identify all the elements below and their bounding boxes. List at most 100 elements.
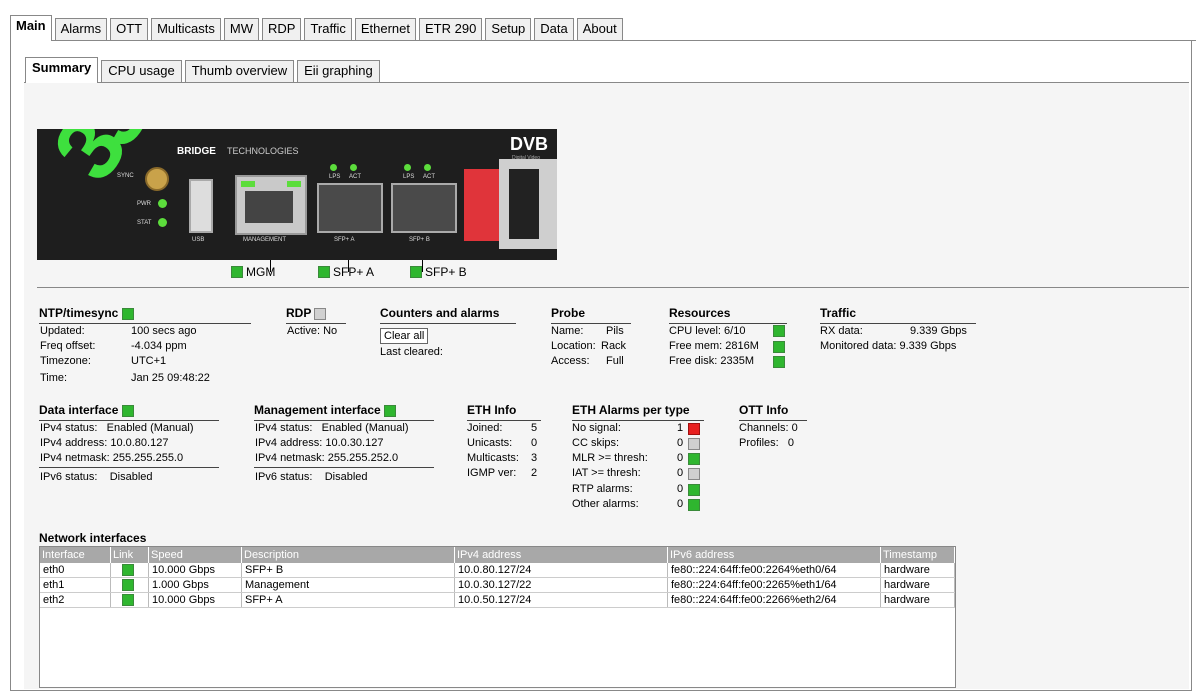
ntp-status-icon: [121, 307, 134, 320]
tab-thumb-overview[interactable]: Thumb overview: [184, 60, 295, 82]
probe-name-value: Pils: [606, 325, 624, 337]
ntp-freq-value: -4.034 ppm: [131, 340, 187, 352]
main-tab-bar: Main Alarms OTT Multicasts MW RDP Traffi…: [10, 15, 626, 41]
alarm-iat-label: IAT >= thresh:: [572, 467, 641, 479]
free-disk: Free disk: 2335M: [669, 355, 754, 367]
clear-all-button[interactable]: Clear all: [380, 328, 429, 344]
tab-etr290[interactable]: ETR 290: [419, 18, 483, 40]
cell-ipv6: fe80::224:64ff:fe00:2264%eth0/64: [667, 563, 881, 578]
tab-ethernet[interactable]: Ethernet: [354, 18, 416, 40]
cell-ipv6: fe80::224:64ff:fe00:2266%eth2/64: [667, 592, 881, 608]
link-status-icon: [122, 594, 134, 607]
cell-ipv4: 10.0.80.127/24: [454, 563, 668, 578]
tab-cpu-usage[interactable]: CPU usage: [101, 60, 182, 82]
tab-eii-graphing[interactable]: Eii graphing: [297, 60, 380, 82]
mgm-status: MGM: [231, 265, 275, 279]
usb-label: USB: [192, 237, 205, 243]
probe-name-label: Name:: [551, 325, 584, 337]
cell-interface: eth0: [40, 563, 111, 578]
col-speed[interactable]: Speed: [148, 547, 242, 563]
tab-data[interactable]: Data: [534, 18, 574, 40]
tab-mw[interactable]: MW: [223, 18, 259, 40]
resources-title: Resources: [669, 306, 731, 320]
table-header-row: Interface Link Speed Description IPv4 ad…: [40, 547, 955, 563]
rdp-status-icon: [314, 307, 327, 320]
rdp-title: RDP: [286, 306, 329, 320]
rdp-active: Active: No: [287, 325, 338, 337]
sfpa-port: [317, 183, 383, 233]
sfpa-act-led: [350, 164, 357, 171]
disk-status-icon: [773, 356, 785, 368]
col-description[interactable]: Description: [241, 547, 455, 563]
col-interface[interactable]: Interface: [40, 547, 111, 563]
ntp-updated-label: Updated:: [40, 325, 85, 337]
sfpb-lps-label: LPS: [403, 174, 415, 180]
module-slot: [499, 159, 557, 249]
eth-info-title: ETH Info: [467, 403, 517, 417]
cell-link: [110, 563, 149, 578]
cell-ipv4: 10.0.30.127/22: [454, 577, 668, 593]
link-status-icon: [122, 564, 134, 577]
col-ipv4[interactable]: IPv4 address: [454, 547, 668, 563]
col-timestamp[interactable]: Timestamp: [880, 547, 955, 563]
alarm-other-label: Other alarms:: [572, 498, 639, 510]
col-ipv6[interactable]: IPv6 address: [667, 547, 881, 563]
tab-rdp[interactable]: RDP: [261, 18, 302, 40]
alarm-cc-label: CC skips:: [572, 437, 620, 449]
ntp-title: NTP/timesync: [39, 306, 137, 320]
table-row[interactable]: eth1 1.000 Gbps Management 10.0.30.127/2…: [40, 577, 955, 593]
alarm-other-icon: [688, 499, 700, 511]
sfpa-status: SFP+ A: [318, 265, 374, 279]
alarm-rtp-label: RTP alarms:: [572, 483, 633, 495]
ntp-updated-value: 100 secs ago: [131, 325, 197, 337]
cell-ipv4: 10.0.50.127/24: [454, 592, 668, 608]
rx-data-value: 9.339 Gbps: [910, 325, 967, 337]
ntp-tz-value: UTC+1: [131, 355, 167, 367]
alarm-no-signal-icon: [688, 423, 700, 435]
mgmt-ipv4-address: IPv4 address: 10.0.30.127: [255, 437, 384, 449]
table-row[interactable]: eth0 10.000 Gbps SFP+ B 10.0.80.127/24 f…: [40, 563, 955, 578]
cell-speed: 10.000 Gbps: [148, 563, 242, 578]
sync-label: SYNC: [117, 173, 134, 179]
table-row[interactable]: eth2 10.000 Gbps SFP+ A 10.0.50.127/24 f…: [40, 592, 955, 608]
data-ipv4-address: IPv4 address: 10.0.80.127: [40, 437, 169, 449]
management-label: MANAGEMENT: [243, 237, 287, 243]
cell-timestamp: hardware: [880, 577, 955, 593]
mem-status-icon: [773, 341, 785, 353]
tab-setup[interactable]: Setup: [485, 18, 532, 40]
eth-alarms-title: ETH Alarms per type: [572, 403, 690, 417]
alarm-mlr-value: 0: [677, 452, 684, 464]
data-ipv6-status: IPv6 status: Disabled: [40, 471, 153, 483]
tab-about[interactable]: About: [576, 18, 623, 40]
alarm-iat-value: 0: [677, 467, 684, 479]
tab-multicasts[interactable]: Multicasts: [151, 18, 221, 40]
alarm-no-signal-label: No signal:: [572, 422, 621, 434]
tab-traffic[interactable]: Traffic: [304, 18, 352, 40]
sfpa-status-icon: [318, 266, 330, 278]
eth-multicasts-label: Multicasts:: [467, 452, 519, 464]
data-ipv4-status: IPv4 status: Enabled (Manual): [40, 422, 194, 434]
tab-alarms[interactable]: Alarms: [54, 18, 108, 40]
sfpb-status: SFP+ B: [410, 265, 467, 279]
free-mem: Free mem: 2816M: [669, 340, 759, 352]
cell-speed: 10.000 Gbps: [148, 592, 242, 608]
cpu-level: CPU level: 6/10: [669, 325, 746, 337]
sync-connector-icon: [145, 167, 169, 191]
brand-logo-sub: TECHNOLOGIES: [227, 146, 299, 156]
tab-summary[interactable]: Summary: [25, 57, 99, 83]
tab-ott[interactable]: OTT: [110, 18, 149, 40]
stat-label: STAT: [137, 220, 152, 226]
col-link[interactable]: Link: [110, 547, 149, 563]
ntp-time-label: Time:: [40, 372, 68, 384]
alarm-iat-icon: [688, 468, 700, 480]
mgmt-ipv4-netmask: IPv4 netmask: 255.255.252.0: [255, 452, 399, 464]
link-status-icon: [122, 579, 134, 592]
cell-description: Management: [241, 577, 455, 593]
tab-main[interactable]: Main: [10, 15, 52, 41]
cell-link: [110, 577, 149, 593]
alarm-rtp-icon: [688, 484, 700, 496]
alarm-mlr-label: MLR >= thresh:: [572, 452, 648, 464]
data-ipv4-netmask: IPv4 netmask: 255.255.255.0: [40, 452, 184, 464]
eth-igmp-value: 2: [531, 467, 538, 479]
alarm-rtp-value: 0: [677, 483, 684, 495]
